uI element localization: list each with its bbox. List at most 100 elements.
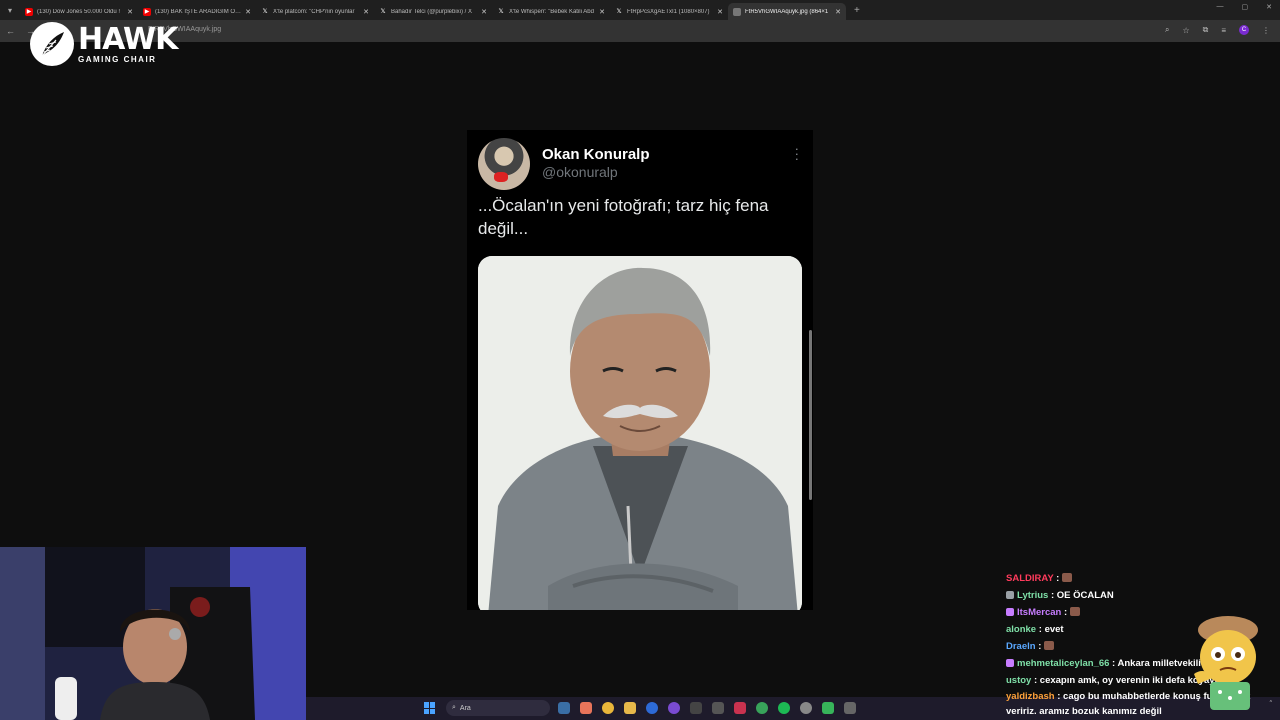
logo-subtitle: GAMING CHAIR xyxy=(78,54,157,64)
chat-separator: : xyxy=(1031,675,1040,686)
author-name[interactable]: Okan Konuralp xyxy=(542,146,650,163)
browser-app-icon[interactable] xyxy=(646,702,658,714)
chat-username[interactable]: ItsMercan xyxy=(1017,607,1061,618)
browser-tab[interactable]: FtR5VhGWIAAquyk.jpg (864×1 ✕ xyxy=(728,3,846,20)
chat-separator: : xyxy=(1054,691,1064,702)
browser-tab[interactable]: ▶ (130) Dow Jones 50.000 Oldu ! ✕ xyxy=(20,3,138,20)
task-view-icon[interactable] xyxy=(558,702,570,714)
tab-list: ▶ (130) Dow Jones 50.000 Oldu ! ✕ ▶ (130) BA… xyxy=(20,0,846,20)
tab-title: FtRpPcsXgAETxI1 (1080×807) xyxy=(627,8,710,15)
chat-username[interactable]: SALDIRAY xyxy=(1006,573,1054,584)
streamer-webcam xyxy=(0,547,306,720)
chat-message: Lytrius : OE ÖCALAN xyxy=(1006,587,1280,604)
image-icon xyxy=(733,7,741,16)
chat-separator: : xyxy=(1035,641,1045,652)
chat-badge-icon xyxy=(1006,608,1014,616)
hawk-logo: HAWK GAMING CHAIR xyxy=(30,21,178,66)
tab-search-icon[interactable]: ▾ xyxy=(0,0,20,20)
tab-close-icon[interactable]: ✕ xyxy=(363,8,369,16)
browser-tab[interactable]: 𝕏 X'te platcom: "CHP'nin oyunlar ✕ xyxy=(256,3,374,20)
search-icon: ⌕ xyxy=(452,704,456,711)
zoom-icon[interactable]: ⌕ xyxy=(1165,25,1169,35)
maximize-icon[interactable]: ▢ xyxy=(1242,3,1249,11)
page-scrollbar[interactable] xyxy=(809,330,812,500)
x-icon: 𝕏 xyxy=(498,8,504,15)
windows-start-icon[interactable] xyxy=(424,702,436,714)
extensions-icon[interactable]: ⧉ xyxy=(1203,25,1209,35)
back-icon[interactable]: ← xyxy=(6,26,20,36)
chat-separator: : xyxy=(1048,590,1057,601)
chat-separator: : xyxy=(1061,607,1070,618)
tab-close-icon[interactable]: ✕ xyxy=(835,8,841,16)
chat-text: OE ÖCALAN xyxy=(1056,590,1114,601)
minimize-icon[interactable]: — xyxy=(1217,3,1224,11)
tab-close-icon[interactable]: ✕ xyxy=(245,8,251,16)
app-icon-7[interactable] xyxy=(690,702,702,714)
tab-title: X'te platcom: "CHP'nin oyunlar xyxy=(273,8,355,15)
tweet-text: ...Öcalan'ın yeni fotoğrafı; tarz hiç fe… xyxy=(478,196,769,238)
app-icon-10[interactable] xyxy=(756,702,768,714)
tab-close-icon[interactable]: ✕ xyxy=(481,8,487,16)
logo-wordmark: HAWK xyxy=(78,21,178,57)
chat-emote-icon xyxy=(1044,641,1055,650)
app-icon-13[interactable] xyxy=(822,702,834,714)
chat-text: evet xyxy=(1044,624,1064,635)
chat-badge-icon xyxy=(1006,591,1014,599)
browser-tab-bar: ▾ ▶ (130) Dow Jones 50.000 Oldu ! ✕ ▶ (130) … xyxy=(0,0,1280,20)
browser-tab[interactable]: 𝕏 FtRpPcsXgAETxI1 (1080×807) ✕ xyxy=(610,3,728,20)
file-explorer-icon[interactable] xyxy=(624,702,636,714)
author-handle[interactable]: @okonuralp xyxy=(542,164,618,180)
chat-username[interactable]: Draeln xyxy=(1006,641,1036,652)
browser-menu-icon[interactable]: ⋮ xyxy=(1262,26,1270,35)
youtube-icon: ▶ xyxy=(25,7,33,16)
profile-avatar[interactable]: C xyxy=(1239,25,1249,35)
app-icon-12[interactable] xyxy=(800,702,812,714)
app-icon-14[interactable] xyxy=(844,702,856,714)
screen: ▾ ▶ (130) Dow Jones 50.000 Oldu ! ✕ ▶ (130) … xyxy=(0,0,1280,720)
tab-close-icon[interactable]: ✕ xyxy=(599,8,605,16)
chat-username[interactable]: Lytrius xyxy=(1017,590,1048,601)
address-bar-actions: ⌕ ☆ ⧉ ≡ C ⋮ xyxy=(1165,25,1270,35)
tweet-photo[interactable] xyxy=(478,256,802,610)
chat-badge-icon xyxy=(1006,659,1014,667)
x-icon: 𝕏 xyxy=(616,8,622,15)
browser-tab[interactable]: ▶ (130) BAK İŞTE ARADIĞIM OYUN ✕ xyxy=(138,3,256,20)
window-controls: — ▢ ✕ xyxy=(1217,3,1273,11)
sidebar-icon[interactable]: ≡ xyxy=(1221,26,1226,35)
app-icon-6[interactable] xyxy=(668,702,680,714)
spotify-icon[interactable] xyxy=(778,702,790,714)
tweet-card: Okan Konuralp @okonuralp · · · ...Öcalan'ı… xyxy=(467,130,813,610)
tray-chevron-icon[interactable]: ^ xyxy=(1270,700,1272,706)
mascot-emote xyxy=(1188,612,1266,712)
chat-separator: : xyxy=(1036,624,1045,635)
chat-username[interactable]: alonke xyxy=(1006,624,1036,635)
tab-close-icon[interactable]: ✕ xyxy=(127,8,133,16)
browser-tab[interactable]: 𝕏 Bahadır Telci (@purplebixi) / X ✕ xyxy=(374,3,492,20)
chat-separator: : xyxy=(1109,658,1118,669)
tab-title: (130) BAK İŞTE ARADIĞIM OYUN xyxy=(155,8,242,15)
app-icon-9[interactable] xyxy=(734,702,746,714)
tab-title: FtR5VhGWIAAquyk.jpg (864×1 xyxy=(745,8,829,15)
x-icon: 𝕏 xyxy=(262,8,268,15)
chat-username[interactable]: ustoy xyxy=(1006,675,1031,686)
chat-emote-icon xyxy=(1069,607,1080,616)
tab-close-icon[interactable]: ✕ xyxy=(717,8,723,16)
more-options-icon[interactable]: · · · xyxy=(795,142,799,165)
tab-title: (130) Dow Jones 50.000 Oldu ! xyxy=(37,8,121,15)
copilot-icon[interactable] xyxy=(580,702,592,714)
address-bar: ← → FtR5VhGWIAAquyk.jpg ⌕ ☆ ⧉ ≡ C ⋮ xyxy=(0,20,1280,42)
x-icon: 𝕏 xyxy=(380,8,386,15)
author-avatar[interactable] xyxy=(478,138,530,190)
chrome-icon[interactable] xyxy=(602,702,614,714)
app-icon-8[interactable] xyxy=(712,702,724,714)
bookmark-star-icon[interactable]: ☆ xyxy=(1182,26,1189,35)
browser-tab[interactable]: 𝕏 X'te Whisperr: "Bebek Katili Abd ✕ xyxy=(492,3,610,20)
close-window-icon[interactable]: ✕ xyxy=(1266,3,1272,11)
system-tray[interactable]: ^ xyxy=(1180,700,1272,707)
chat-username[interactable]: yaldizbash xyxy=(1006,691,1055,702)
taskbar-search[interactable]: ⌕ Ara xyxy=(446,700,550,716)
chat-message: SALDIRAY : xyxy=(1006,570,1280,587)
new-tab-icon[interactable]: + xyxy=(854,5,860,16)
chat-username[interactable]: mehmetaliceylan_66 xyxy=(1017,658,1109,669)
youtube-icon: ▶ xyxy=(143,7,151,16)
